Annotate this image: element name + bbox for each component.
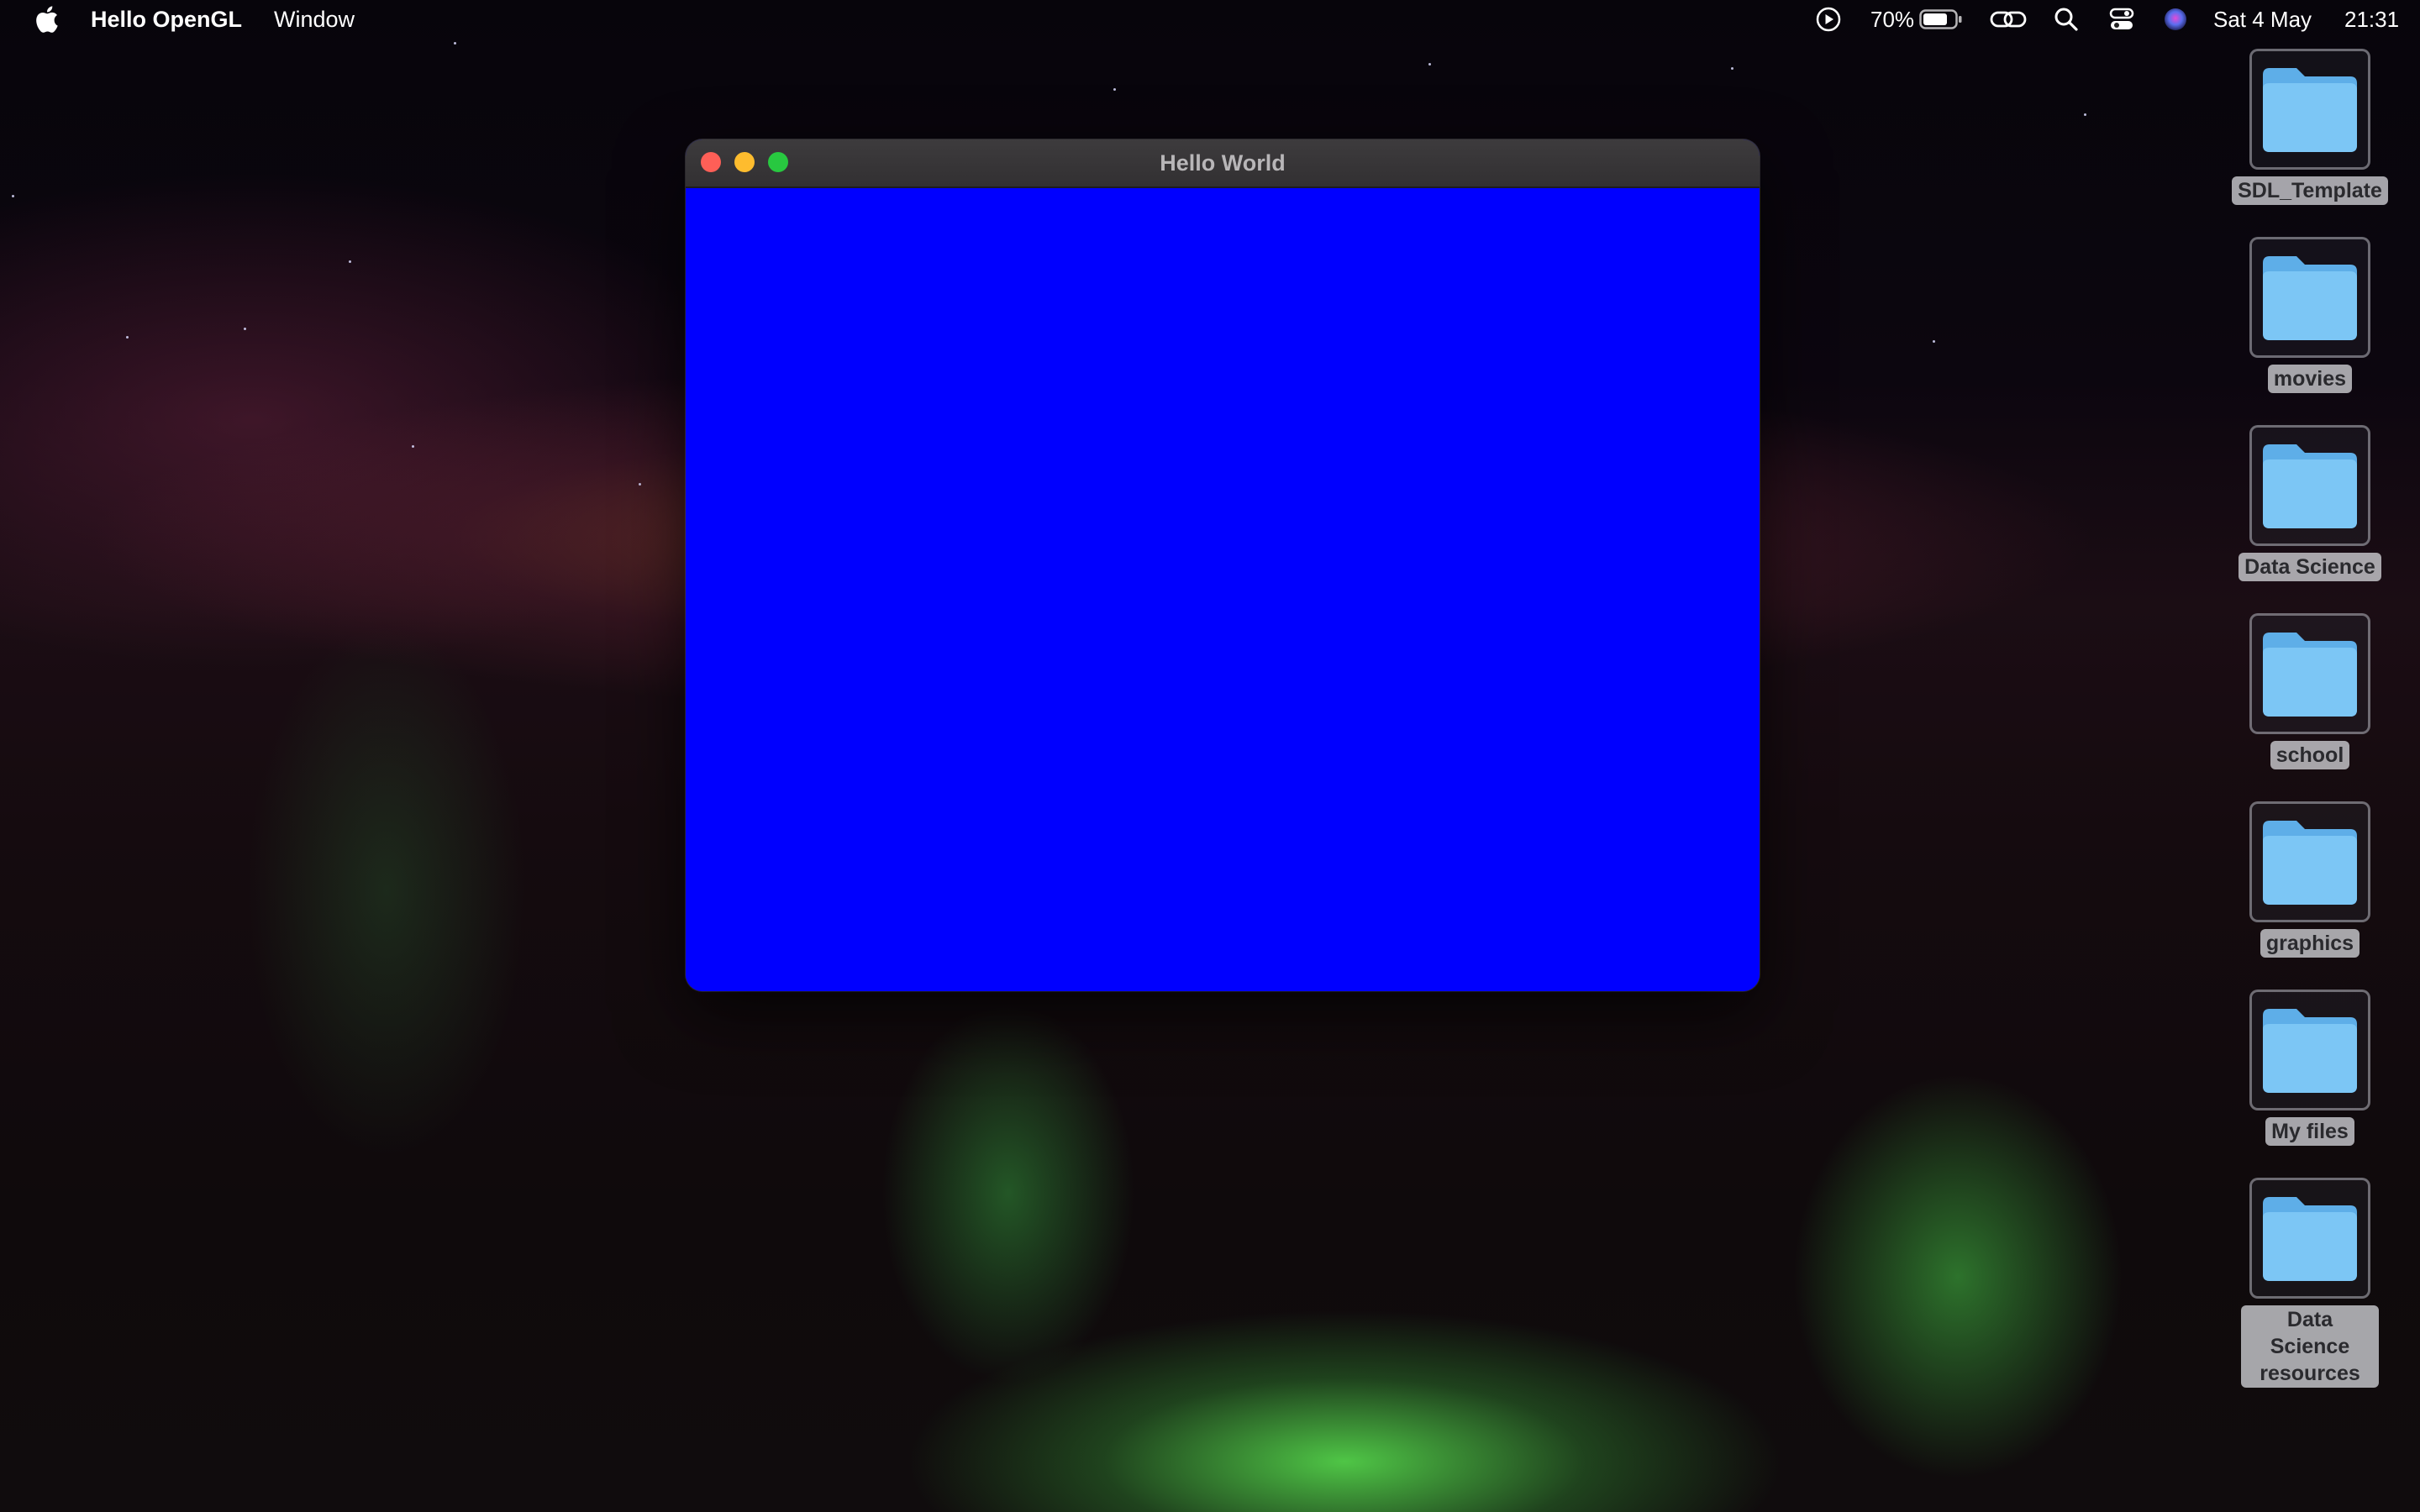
folder-icon (2249, 801, 2370, 922)
desktop-folder-data-science[interactable]: Data Science (2226, 425, 2394, 581)
app-menu[interactable]: Hello OpenGL (91, 7, 242, 33)
desktop-folder-label: graphics (2260, 929, 2360, 958)
desktop-folder-label: Data Science resources (2241, 1305, 2379, 1388)
menu-bar: Hello OpenGL Window 70% Sat 4 May 21:31 (0, 0, 2420, 39)
desktop-folder-movies[interactable]: movies (2226, 237, 2394, 393)
opengl-canvas[interactable] (686, 188, 1760, 991)
hello-world-window[interactable]: Hello World (686, 139, 1760, 991)
window-menu[interactable]: Window (274, 7, 355, 33)
window-title: Hello World (1160, 150, 1286, 176)
desktop-folder-school[interactable]: school (2226, 613, 2394, 769)
menubar-date[interactable]: Sat 4 May (2213, 0, 2312, 39)
desktop-folder-label: movies (2267, 365, 2353, 393)
folder-icon (2249, 613, 2370, 734)
link-icon[interactable] (1990, 0, 2027, 39)
apple-icon[interactable] (34, 6, 59, 33)
desktop-folder-label: school (2270, 741, 2350, 769)
siri-icon[interactable] (2163, 0, 2188, 39)
control-center-icon[interactable] (2109, 0, 2134, 39)
menubar-time[interactable]: 21:31 (2344, 0, 2399, 39)
desktop-folder-label: Data Science (2238, 553, 2381, 581)
folder-icon (2249, 990, 2370, 1110)
desktop-folder-label: My files (2265, 1117, 2354, 1146)
desktop-folder-sdl-template[interactable]: SDL_Template (2226, 49, 2394, 205)
folder-icon (2249, 237, 2370, 358)
search-icon[interactable] (2054, 0, 2079, 39)
window-titlebar[interactable]: Hello World (686, 139, 1760, 188)
desktop-folder-graphics[interactable]: graphics (2226, 801, 2394, 958)
battery-icon[interactable] (1919, 0, 1963, 39)
folder-icon (2249, 49, 2370, 170)
battery-percent: 70% (1870, 6, 1915, 32)
desktop-folder-my-files[interactable]: My files (2226, 990, 2394, 1146)
desktop-folder-label: SDL_Template (2232, 176, 2388, 205)
folder-icon (2249, 425, 2370, 546)
desktop-folder-data-science-resources[interactable]: Data Science resources (2226, 1178, 2394, 1388)
folder-icon (2249, 1178, 2370, 1299)
play-icon[interactable] (1815, 0, 1842, 39)
